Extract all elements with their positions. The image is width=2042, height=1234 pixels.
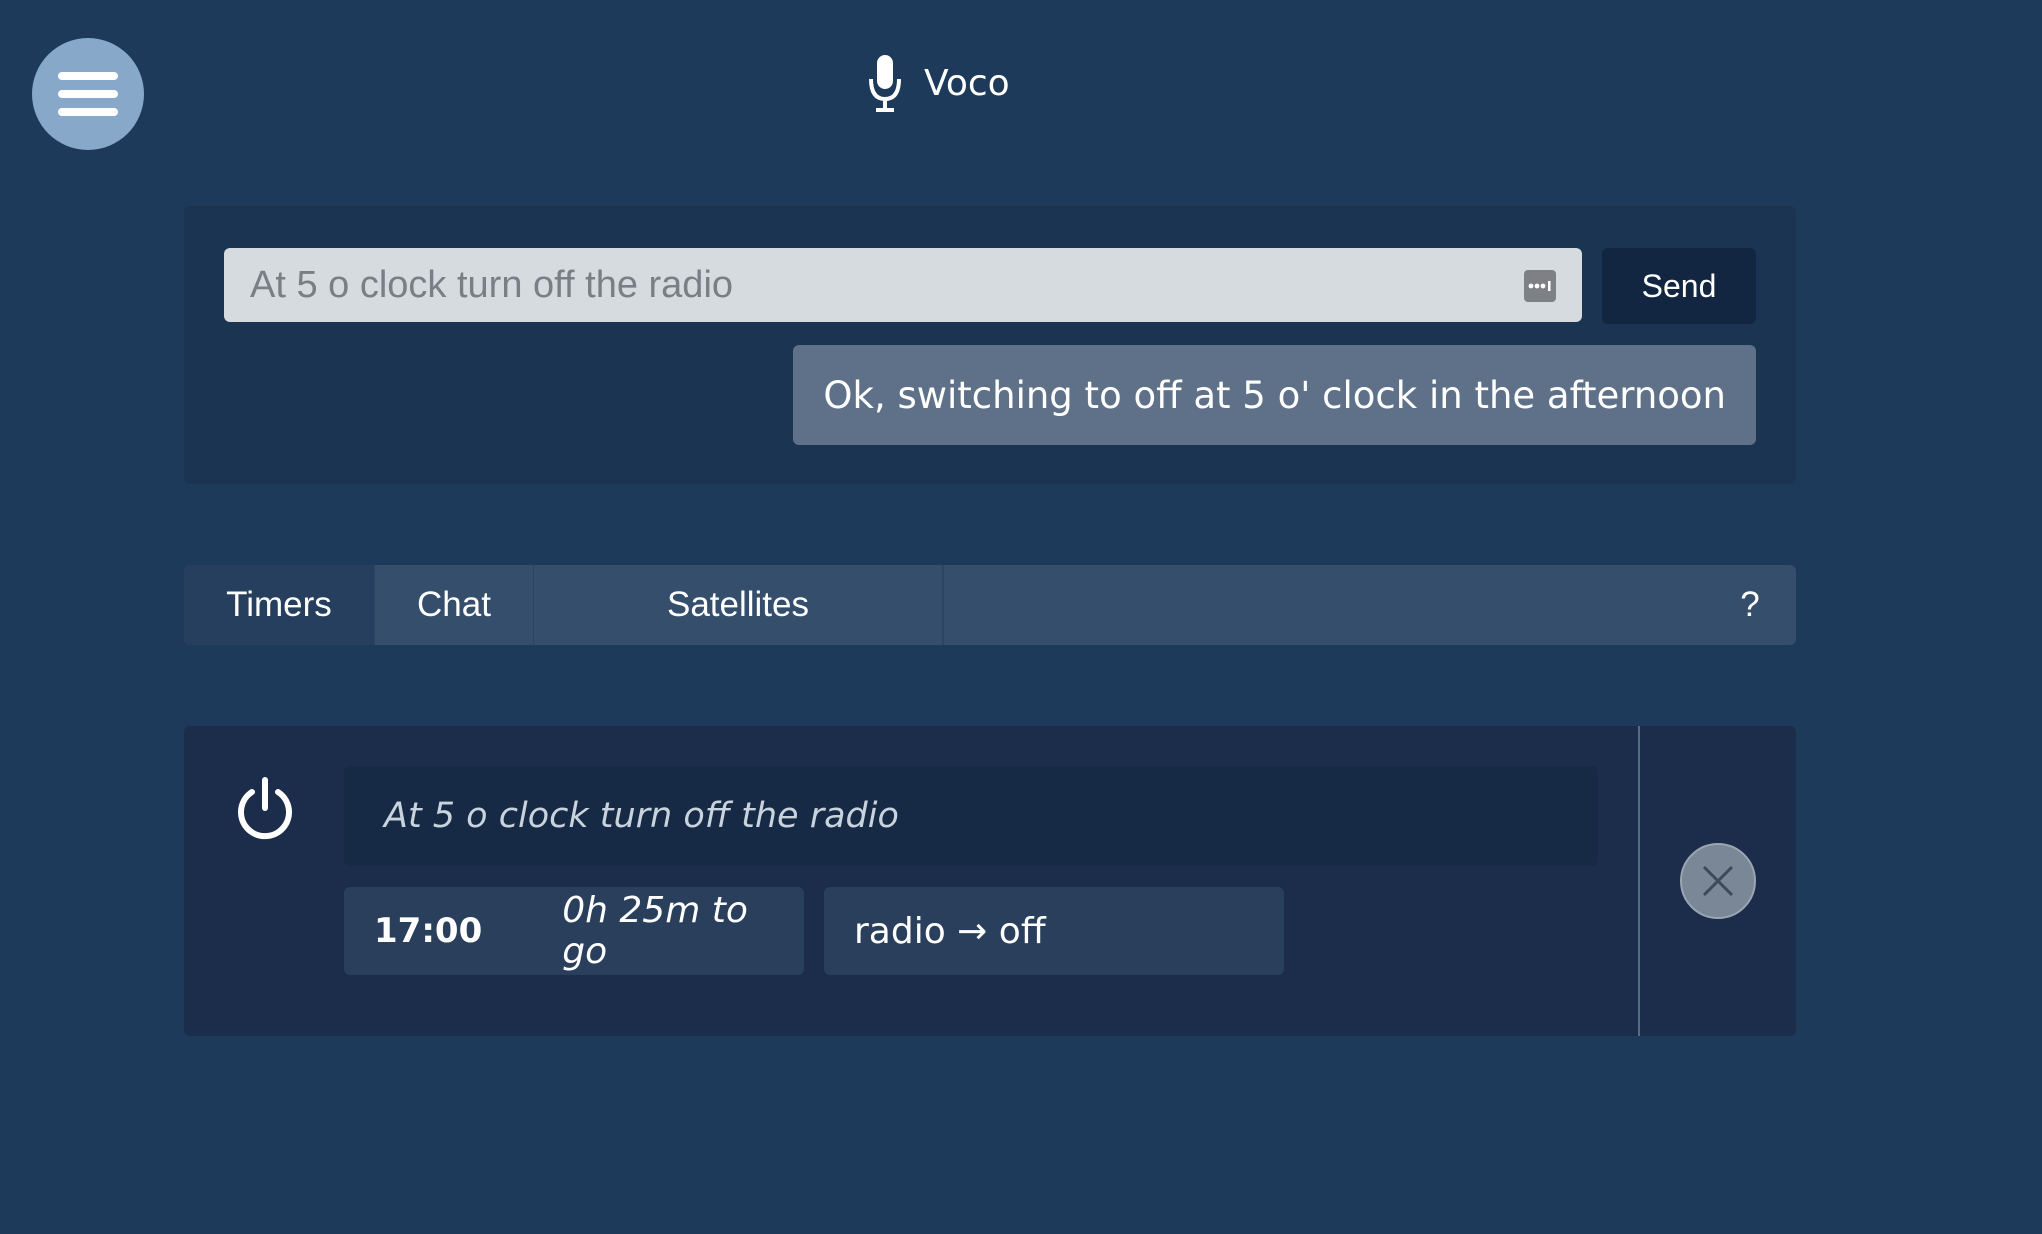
help-button[interactable]: ? [1730, 565, 1770, 645]
microphone-icon [869, 55, 901, 112]
tab-bar: Timers Chat Satellites ? [184, 565, 1796, 645]
send-button[interactable]: Send [1602, 248, 1756, 324]
timer-action: radio → off [824, 887, 1284, 975]
voco-page: Voco Send Ok, switching to off at 5 o' c… [0, 0, 2042, 1234]
timer-card: At 5 o clock turn off the radio 17:00 0h… [184, 726, 1796, 1036]
close-icon [1702, 865, 1734, 897]
timer-remaining: 0h 25m to go [562, 890, 748, 972]
timer-text: At 5 o clock turn off the radio [344, 766, 1598, 866]
tab-chat[interactable]: Chat [374, 565, 534, 645]
card-divider [1638, 726, 1640, 1036]
password-manager-icon[interactable] [1524, 270, 1556, 302]
tab-satellites[interactable]: Satellites [534, 565, 944, 645]
hamburger-menu-icon [58, 72, 118, 116]
app-title-text: Voco [924, 62, 1010, 104]
timer-time-box: 17:00 0h 25m to go [344, 887, 804, 975]
delete-timer-button[interactable] [1680, 843, 1756, 919]
timer-time: 17:00 [374, 911, 483, 951]
app-title: Voco [868, 52, 1010, 114]
command-input[interactable] [224, 248, 1582, 322]
response-bubble: Ok, switching to off at 5 o' clock in th… [793, 345, 1756, 445]
tab-timers[interactable]: Timers [184, 565, 374, 645]
command-panel: Send Ok, switching to off at 5 o' clock … [184, 206, 1796, 484]
command-input-wrapper [224, 248, 1582, 322]
menu-button[interactable] [32, 38, 144, 150]
power-icon [238, 777, 292, 840]
